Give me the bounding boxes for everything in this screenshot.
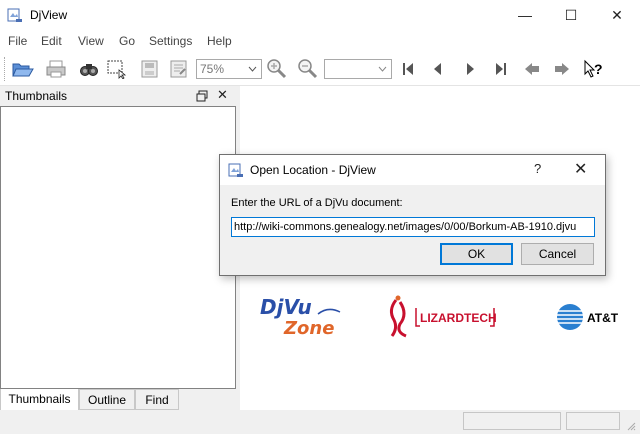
menu-edit[interactable]: Edit [41,34,62,48]
thumbnails-panel[interactable] [0,106,236,389]
forward-button[interactable] [550,57,574,81]
djview-app-icon [228,162,244,178]
djvu-zone-logo: DjVu Zone [258,292,346,340]
ok-button[interactable]: OK [440,243,513,265]
select-button[interactable] [105,57,129,81]
toolbar-grip[interactable] [4,57,7,81]
toolbar: 75% ? [0,52,640,86]
svg-text:Zone: Zone [283,318,334,339]
minimize-icon: — [518,7,532,23]
open-icon [12,63,34,77]
close-icon: ✕ [611,6,623,23]
djview-app-icon [7,7,23,23]
zoom-combo[interactable]: 75% [196,59,262,79]
close-button[interactable]: ✕ [594,0,640,30]
whats-this-button[interactable]: ? [582,57,606,81]
previous-page-icon [434,63,441,75]
help-icon[interactable]: ? [534,161,541,176]
print-icon [46,60,66,78]
dialog-title: Open Location - DjView [250,163,376,177]
previous-page-button[interactable] [426,57,450,81]
select-icon [107,60,127,79]
title-bar[interactable]: DjView — ☐ ✕ [0,0,640,30]
last-page-icon [496,63,506,75]
page-info-icon [170,60,187,78]
dialog-close-icon[interactable]: ✕ [574,159,587,179]
cancel-button[interactable]: Cancel [521,243,594,265]
status-cell-1 [463,412,561,430]
status-cell-2 [566,412,620,430]
open-button[interactable] [11,57,35,81]
svg-text:LIZARDTECH: LIZARDTECH [420,311,497,325]
export-icon [141,60,158,78]
chevron-down-icon [375,60,389,78]
zoom-in-button[interactable] [265,57,289,81]
next-page-icon [467,63,474,75]
minimize-button[interactable]: — [502,0,548,30]
att-logo: AT&T [556,300,624,334]
menu-bar: File Edit View Go Settings Help [0,30,640,52]
zoom-value: 75% [200,62,225,76]
chevron-down-icon [245,60,259,78]
open-location-dialog: Open Location - DjView ? ✕ Enter the URL… [219,154,606,276]
page-info-button[interactable] [167,57,191,81]
dock-close-icon[interactable]: ✕ [217,87,228,103]
next-page-button[interactable] [458,57,482,81]
url-prompt-label: Enter the URL of a DjVu document: [231,197,403,209]
find-button[interactable] [77,57,101,81]
lizardtech-logo: LIZARDTECH [386,294,502,340]
menu-file[interactable]: File [8,34,27,48]
whats-this-icon: ? [584,59,603,78]
print-button[interactable] [44,57,68,81]
dock-title: Thumbnails [5,89,68,103]
first-page-icon [403,63,413,75]
tab-thumbnails[interactable]: Thumbnails [0,389,79,411]
zoom-out-icon [298,59,318,79]
back-icon [525,63,539,75]
menu-settings[interactable]: Settings [149,34,192,48]
tab-outline[interactable]: Outline [79,389,135,410]
back-button[interactable] [520,57,544,81]
status-bar [0,410,640,432]
find-icon [80,64,98,76]
forward-icon [555,63,569,75]
zoom-out-button[interactable] [296,57,320,81]
dialog-title-bar[interactable]: Open Location - DjView ? ✕ [220,155,605,185]
maximize-icon: ☐ [564,6,578,23]
tab-find[interactable]: Find [135,389,179,410]
menu-help[interactable]: Help [207,34,232,48]
export-button[interactable] [138,57,162,81]
float-icon[interactable] [196,90,208,102]
first-page-button[interactable] [396,57,420,81]
url-input[interactable] [231,217,595,237]
thumbnails-dock: Thumbnails ✕ Thumbnails Outline Find [0,86,240,432]
menu-go[interactable]: Go [119,34,135,48]
page-combo[interactable] [324,59,392,79]
maximize-button[interactable]: ☐ [548,0,594,30]
window-title: DjView [30,8,68,22]
last-page-button[interactable] [489,57,513,81]
menu-view[interactable]: View [78,34,104,48]
djview-window: DjView — ☐ ✕ File Edit View Go Settings … [0,0,640,432]
svg-text:AT&T: AT&T [587,311,619,325]
svg-text:?: ? [594,61,603,77]
svg-text:DjVu: DjVu [260,295,312,319]
zoom-in-icon [267,59,287,79]
